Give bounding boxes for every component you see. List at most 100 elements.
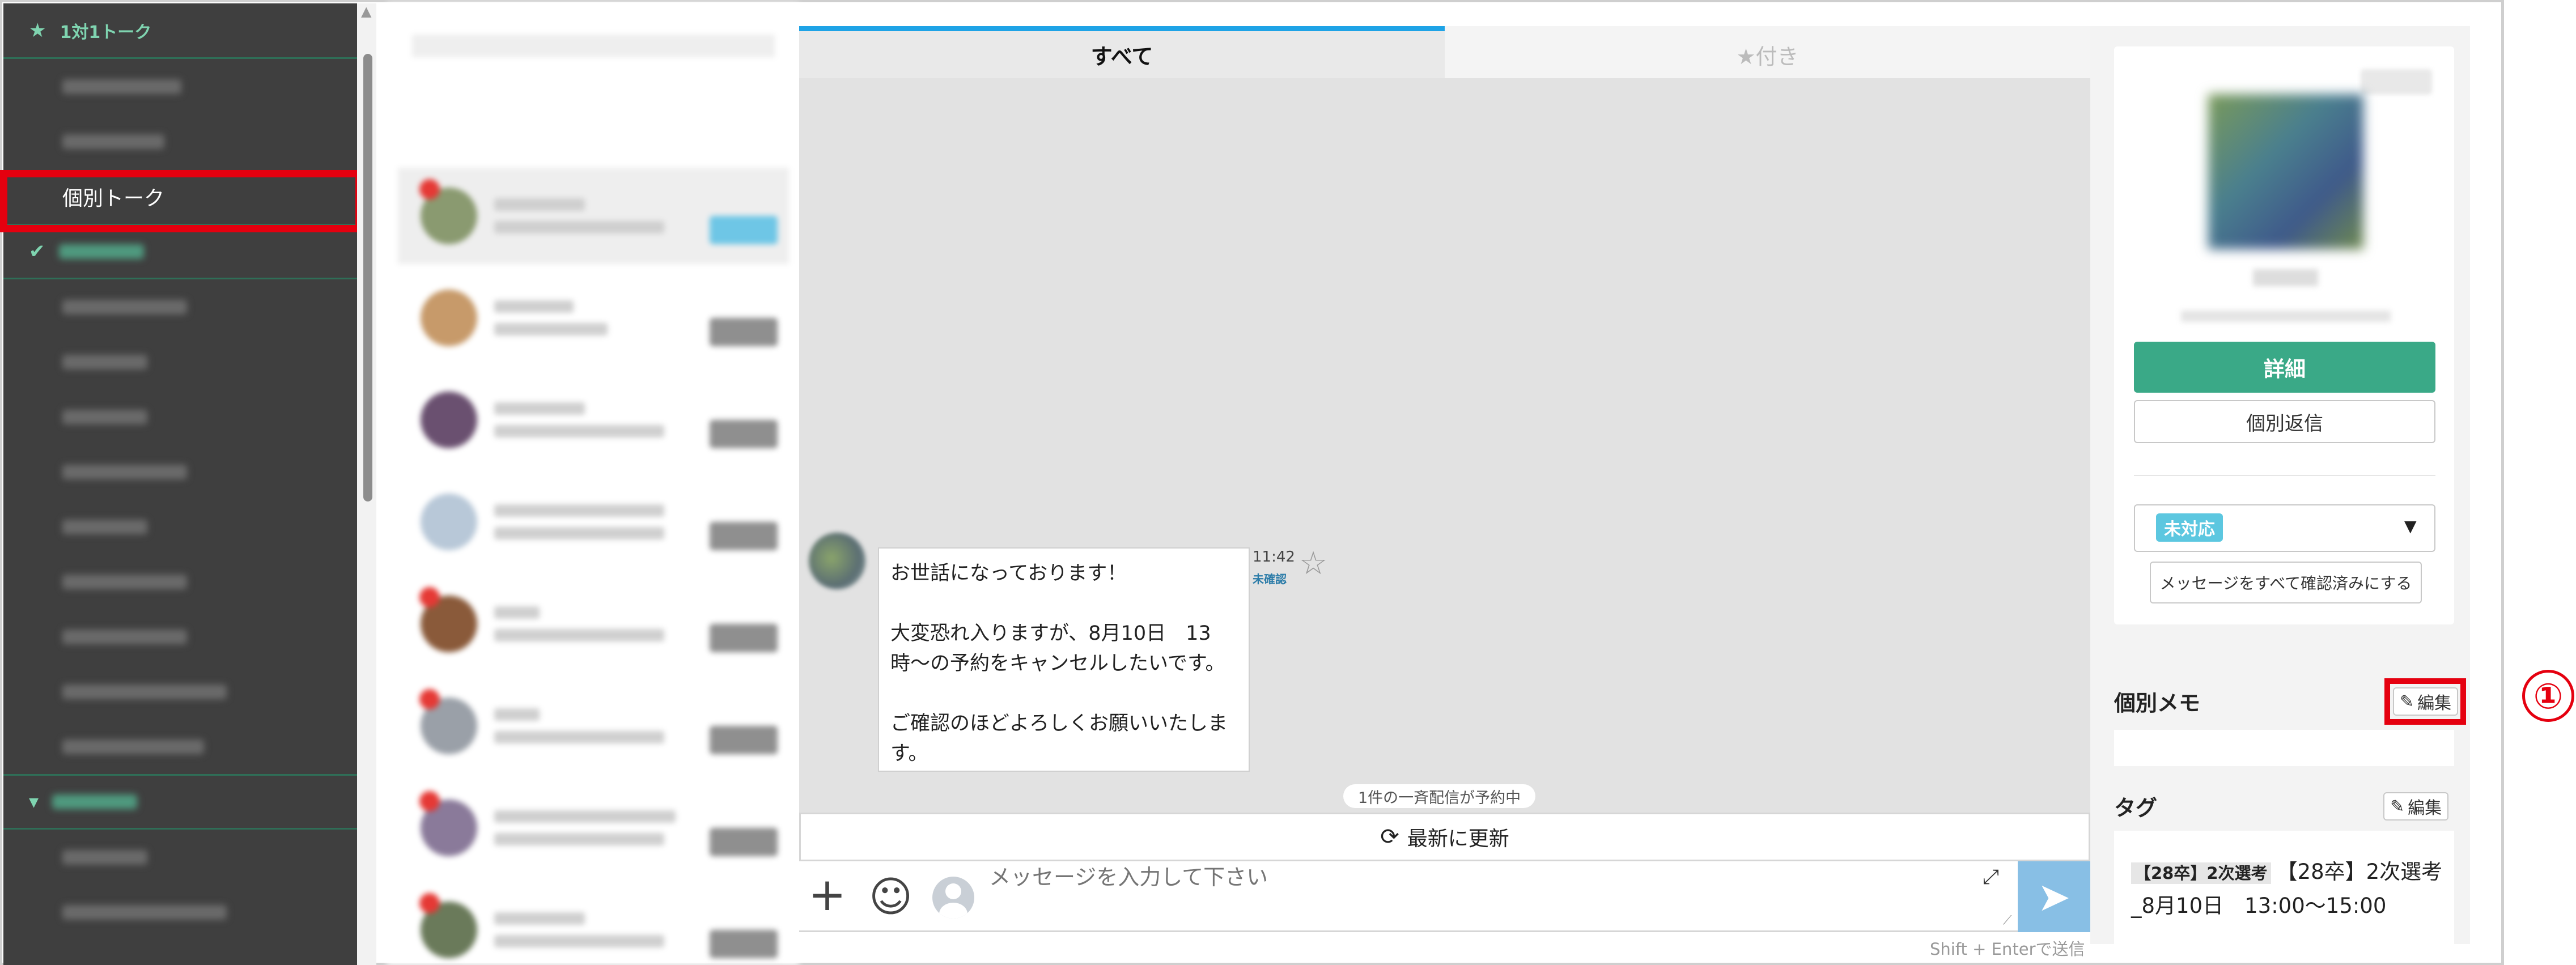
- refresh-button[interactable]: ⟳ 最新に更新: [799, 813, 2090, 861]
- sidebar-section-talk[interactable]: ★ 1対1トーク: [3, 3, 357, 59]
- list-item[interactable]: [398, 678, 789, 774]
- broadcast-notice: 1件の一斉配信が予約中: [1343, 784, 1536, 808]
- sidebar-item[interactable]: [3, 830, 357, 885]
- memo-content: [2114, 730, 2454, 766]
- memo-title: 個別メモ: [2114, 691, 2201, 716]
- expand-icon[interactable]: ⤢: [1983, 865, 1999, 889]
- sidebar-item[interactable]: [3, 499, 357, 554]
- sidebar: ★ 1対1トーク 個別トーク ✔ ▾: [3, 3, 357, 965]
- status-badge: [710, 930, 778, 958]
- chevron-down-icon: ▾: [29, 790, 39, 813]
- unread-dot: [419, 689, 440, 709]
- resize-handle-icon[interactable]: ⟋: [2003, 913, 2011, 928]
- star-icon[interactable]: ☆: [1299, 545, 1327, 582]
- status-badge: [710, 726, 778, 754]
- refresh-icon: ⟳: [1380, 824, 1399, 850]
- status-badge: [710, 318, 778, 346]
- message-text: お世話になっております！ 大変恐れ入りますが、8月10日 13時〜の予約をキャン…: [890, 562, 1228, 765]
- profile-name-blurred: [2253, 269, 2318, 286]
- edit-icon: ✎: [2390, 796, 2405, 817]
- profile-avatar: [2208, 94, 2363, 249]
- message-time: 11:42: [1253, 549, 1295, 566]
- blurred-label: [62, 684, 227, 699]
- sender-avatar: [809, 533, 865, 589]
- send-button[interactable]: ➤: [2018, 861, 2090, 932]
- message-input[interactable]: [989, 866, 1953, 890]
- confirm-all-button[interactable]: メッセージをすべて確認済みにする: [2150, 562, 2422, 603]
- sidebar-item[interactable]: [3, 279, 357, 334]
- blurred-label: [62, 464, 187, 479]
- blurred-label: [62, 849, 147, 865]
- avatar: [421, 392, 477, 448]
- sidebar-item[interactable]: [3, 389, 357, 444]
- tag-edit-button[interactable]: ✎ 編集: [2383, 792, 2449, 821]
- blurred-label: [62, 409, 147, 424]
- sidebar-item[interactable]: [3, 885, 357, 940]
- app-window: ★ 1対1トーク 個別トーク ✔ ▾ ▲ すべて ★付き お世話になっております…: [0, 0, 2576, 965]
- sidebar-item[interactable]: [3, 719, 357, 774]
- scroll-up-icon[interactable]: ▲: [361, 3, 371, 19]
- status-badge: [710, 420, 778, 448]
- sidebar-item[interactable]: [3, 334, 357, 389]
- blurred-label: [62, 629, 187, 644]
- blurred-label: [62, 739, 204, 754]
- list-item[interactable]: [398, 576, 789, 672]
- list-item[interactable]: [398, 474, 789, 570]
- list-item[interactable]: [398, 882, 789, 965]
- scrollbar-thumb[interactable]: [363, 54, 372, 501]
- list-item[interactable]: [398, 780, 789, 876]
- annotation-number: ①: [2522, 670, 2574, 722]
- status-badge: [710, 828, 778, 856]
- message-bubble: お世話になっております！ 大変恐れ入りますが、8月10日 13時〜の予約をキャン…: [878, 547, 1250, 772]
- divider: [2134, 475, 2435, 476]
- detail-button[interactable]: 詳細: [2134, 342, 2435, 393]
- caret-down-icon[interactable]: ▼: [2404, 517, 2417, 535]
- send-icon: ➤: [2037, 873, 2071, 920]
- message-status: 未確認: [1253, 572, 1287, 586]
- tab-all[interactable]: すべて: [799, 26, 1445, 78]
- profile-sub-blurred: [2181, 311, 2391, 322]
- sidebar-item[interactable]: [3, 114, 357, 169]
- check-icon: ✔: [29, 240, 45, 263]
- sidebar-section-label: 1対1トーク: [60, 22, 152, 42]
- list-search[interactable]: [412, 35, 775, 57]
- blurred-label: [62, 574, 187, 589]
- edit-label: 編集: [2408, 798, 2442, 818]
- sidebar-item[interactable]: [3, 609, 357, 664]
- user-avatar-icon[interactable]: [932, 877, 974, 919]
- blurred-button[interactable]: [2361, 69, 2432, 95]
- unread-dot: [419, 893, 440, 913]
- sidebar-item[interactable]: [3, 59, 357, 114]
- conversation-list: [387, 3, 799, 965]
- sidebar-item[interactable]: [3, 444, 357, 499]
- blurred-label: [62, 79, 181, 94]
- blurred-label: [62, 354, 147, 369]
- list-item[interactable]: [398, 372, 789, 468]
- emoji-icon[interactable]: ☺: [869, 872, 913, 923]
- list-item[interactable]: [398, 270, 789, 366]
- unread-dot: [419, 791, 440, 811]
- status-badge: 未対応: [2156, 513, 2223, 542]
- status-badge: [710, 624, 778, 652]
- individual-reply-button[interactable]: 個別返信: [2134, 400, 2435, 443]
- sidebar-section[interactable]: ▾: [3, 774, 357, 830]
- avatar: [421, 494, 477, 550]
- unread-dot: [419, 587, 440, 607]
- sidebar-item[interactable]: [3, 664, 357, 719]
- blurred-label: [52, 794, 138, 809]
- send-hint: Shift + Enterで送信: [1930, 940, 2085, 959]
- list-item[interactable]: [398, 168, 789, 264]
- status-badge: [710, 216, 778, 244]
- status-badge: [710, 522, 778, 550]
- refresh-label: 最新に更新: [1407, 827, 1509, 851]
- chat-tabs: すべて ★付き: [799, 26, 2090, 78]
- tab-starred[interactable]: ★付き: [1445, 26, 2090, 78]
- blurred-label: [62, 299, 187, 314]
- sidebar-item[interactable]: [3, 554, 357, 609]
- add-icon[interactable]: +: [808, 869, 846, 920]
- blurred-label: [58, 244, 144, 259]
- highlight-box-edit: [2384, 678, 2466, 725]
- blurred-label: [62, 134, 164, 149]
- tag-chip[interactable]: 【28卒】2次選考: [2131, 862, 2271, 884]
- blurred-label: [62, 904, 227, 920]
